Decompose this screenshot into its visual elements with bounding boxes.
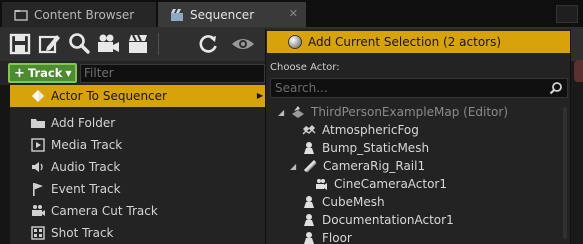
plus-icon: + xyxy=(14,65,25,81)
tree-item-label: ThirdPersonExampleMap (Editor) xyxy=(311,105,509,119)
tab-label: Sequencer xyxy=(190,7,255,22)
tree-item-bump-static-mesh[interactable]: Bump_StaticMesh xyxy=(302,139,429,157)
cine-camera-icon xyxy=(316,179,327,190)
actor-picker-popup: Add Current Selection (2 actors) Choose … xyxy=(265,29,571,244)
menu-item-actor-to-sequencer[interactable]: Actor To Sequencer ▶ xyxy=(10,85,265,107)
expand-arrow-icon[interactable]: ◢ xyxy=(278,108,288,117)
tree-item-documentation-actor[interactable]: DocumentationActor1 xyxy=(302,211,454,229)
expand-arrow-icon[interactable]: ◢ xyxy=(290,162,300,171)
tree-item-world[interactable]: ◢ ThirdPersonExampleMap (Editor) xyxy=(278,103,508,121)
eye-icon xyxy=(232,39,254,49)
add-track-button[interactable]: + Track ▼ xyxy=(8,63,77,83)
pawn-icon xyxy=(304,142,314,154)
tab-content-browser[interactable]: Content Browser xyxy=(2,2,156,27)
tree-item-label: AtmosphericFog xyxy=(322,123,419,137)
find-icon xyxy=(69,33,90,54)
refresh-button[interactable] xyxy=(194,30,222,58)
menu-item-label: Audio Track xyxy=(51,160,121,174)
find-button[interactable] xyxy=(65,30,93,58)
tree-item-label: Bump_StaticMesh xyxy=(322,141,430,155)
add-selection-label: Add Current Selection (2 actors) xyxy=(308,35,502,49)
playhead-marker xyxy=(574,60,583,82)
menu-item-add-folder[interactable]: Add Folder xyxy=(10,112,265,134)
tab-bar: Content Browser Sequencer ✕ xyxy=(0,0,583,27)
toolbar-separator xyxy=(158,33,159,55)
menu-item-media-track[interactable]: Media Track xyxy=(10,134,265,156)
menu-item-label: Actor To Sequencer xyxy=(51,89,167,103)
menu-item-shot-track[interactable]: Shot Track xyxy=(10,222,265,244)
save-as-button[interactable] xyxy=(35,30,63,58)
folder-icon xyxy=(31,119,45,128)
menu-item-label: Event Track xyxy=(51,182,121,196)
close-icon[interactable]: ✕ xyxy=(289,7,298,20)
save-button[interactable] xyxy=(6,30,34,58)
menu-item-label: Media Track xyxy=(51,138,123,152)
actor-search-input[interactable]: Search... xyxy=(270,78,568,98)
tree-item-label: CameraRig_Rail1 xyxy=(323,159,426,173)
cinematics-button[interactable] xyxy=(124,30,152,58)
menu-item-label: Camera Cut Track xyxy=(51,204,158,218)
sphere-icon xyxy=(288,35,302,49)
tab-sequencer[interactable]: Sequencer ✕ xyxy=(158,2,306,27)
chevron-down-icon: ▼ xyxy=(65,68,72,78)
actor-tree-scrollbar[interactable] xyxy=(563,107,567,239)
choose-actor-label: Choose Actor: xyxy=(270,62,340,73)
menu-item-label: Add Folder xyxy=(51,116,116,130)
menu-item-camera-cut-track[interactable]: Camera Cut Track xyxy=(10,200,265,222)
search-placeholder: Search... xyxy=(275,81,328,95)
filter-input[interactable]: Filter xyxy=(80,64,265,83)
tree-item-cine-camera-actor[interactable]: CineCameraActor1 xyxy=(314,175,447,193)
menu-item-event-track[interactable]: Event Track xyxy=(10,178,265,200)
media-icon xyxy=(31,138,45,152)
fog-icon xyxy=(302,125,316,135)
event-flag-icon xyxy=(33,183,43,196)
save-icon xyxy=(9,33,31,55)
audio-icon xyxy=(32,162,43,172)
tree-item-label: CubeMesh xyxy=(322,195,385,209)
rail-icon xyxy=(303,159,317,173)
tree-item-floor[interactable]: Floor xyxy=(302,229,352,244)
tree-item-label: DocumentationActor1 xyxy=(322,213,454,227)
pawn-icon xyxy=(304,232,314,244)
menu-item-audio-track[interactable]: Audio Track xyxy=(10,156,265,178)
pawn-icon xyxy=(304,196,314,208)
track-button-label: Track xyxy=(27,66,63,80)
cinematics-icon xyxy=(129,34,147,53)
actor-tree: ◢ ThirdPersonExampleMap (Editor) Atmosph… xyxy=(266,100,572,244)
search-icon xyxy=(549,82,562,95)
tree-item-label: Floor xyxy=(322,231,352,244)
tree-item-label: CineCameraActor1 xyxy=(334,177,448,191)
world-icon xyxy=(292,106,304,118)
track-row: + Track ▼ Filter xyxy=(0,61,265,85)
tab-label: Content Browser xyxy=(34,7,135,22)
refresh-icon xyxy=(199,35,217,53)
track-menu: Actor To Sequencer ▶ Add Folder Media Tr… xyxy=(10,85,265,244)
render-movie-button[interactable] xyxy=(94,30,122,58)
save-as-icon xyxy=(38,35,60,54)
tree-item-cube-mesh[interactable]: CubeMesh xyxy=(302,193,385,211)
submenu-arrow-icon: ▶ xyxy=(256,91,263,100)
menu-item-label: Shot Track xyxy=(51,226,114,240)
shot-icon xyxy=(31,226,45,240)
add-current-selection-button[interactable]: Add Current Selection (2 actors) xyxy=(267,31,570,53)
tree-item-atmospheric-fog[interactable]: AtmosphericFog xyxy=(302,121,419,139)
tree-item-camera-rig-rail[interactable]: ◢ CameraRig_Rail1 xyxy=(290,157,425,175)
pawn-icon xyxy=(304,214,314,226)
content-browser-icon xyxy=(14,9,28,21)
sequencer-icon xyxy=(171,8,183,21)
actor-icon xyxy=(32,90,44,102)
window-menu-button[interactable] xyxy=(556,5,578,23)
render-movie-icon xyxy=(98,34,119,52)
view-options-button[interactable] xyxy=(229,30,257,58)
camera-cut-icon xyxy=(32,205,45,216)
